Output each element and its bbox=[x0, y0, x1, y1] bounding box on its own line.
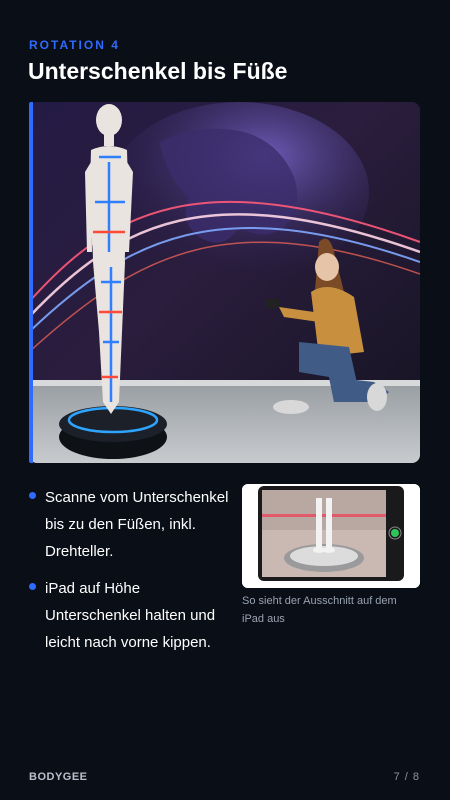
page-indicator: 7 / 8 bbox=[393, 771, 420, 783]
hero-photo bbox=[29, 102, 420, 463]
instruction-list: Scanne vom Unterschenkel bis zu den Füße… bbox=[29, 484, 239, 666]
list-item: Scanne vom Unterschenkel bis zu den Füße… bbox=[29, 484, 239, 565]
thumbnail-caption: So sieht der Ausschnitt auf dem iPad aus bbox=[242, 595, 397, 625]
bullet-text: Scanne vom Unterschenkel bis zu den Füße… bbox=[45, 489, 229, 560]
bullet-dot-icon bbox=[29, 492, 36, 499]
hero-accent-bar bbox=[29, 102, 33, 463]
list-item: iPad auf Höhe Unterschenkel halten und l… bbox=[29, 575, 239, 656]
section-eyebrow: ROTATION 4 bbox=[29, 38, 120, 52]
page-title: Unterschenkel bis Füße bbox=[28, 58, 288, 84]
ipad-preview-thumbnail bbox=[242, 484, 420, 588]
bullet-dot-icon bbox=[29, 583, 36, 590]
bullet-text: iPad auf Höhe Unterschenkel halten und l… bbox=[45, 580, 216, 651]
brand-logo: BODYGEE bbox=[29, 771, 88, 783]
